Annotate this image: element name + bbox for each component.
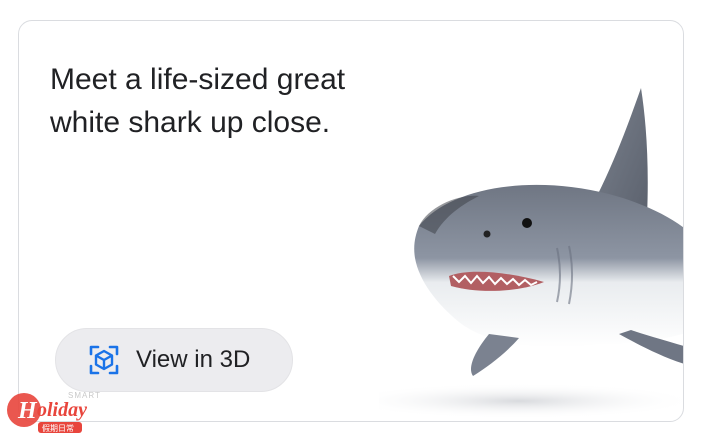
svg-text:H: H xyxy=(17,398,38,424)
card-headline: Meet a life-sized great white shark up c… xyxy=(50,63,346,139)
svg-text:oliday: oliday xyxy=(37,399,87,421)
svg-text:SMART: SMART xyxy=(68,391,101,400)
shark-card[interactable]: Meet a life-sized great white shark up c… xyxy=(18,20,684,422)
view-in-3d-button[interactable]: View in 3D xyxy=(55,328,293,392)
3d-cube-icon xyxy=(88,344,120,376)
svg-text:假期日常: 假期日常 xyxy=(42,424,74,433)
shark-image[interactable] xyxy=(379,76,683,421)
view-in-3d-label: View in 3D xyxy=(136,346,251,373)
holiday-smart-logo: H oliday SMART 假期日常 xyxy=(4,386,114,436)
